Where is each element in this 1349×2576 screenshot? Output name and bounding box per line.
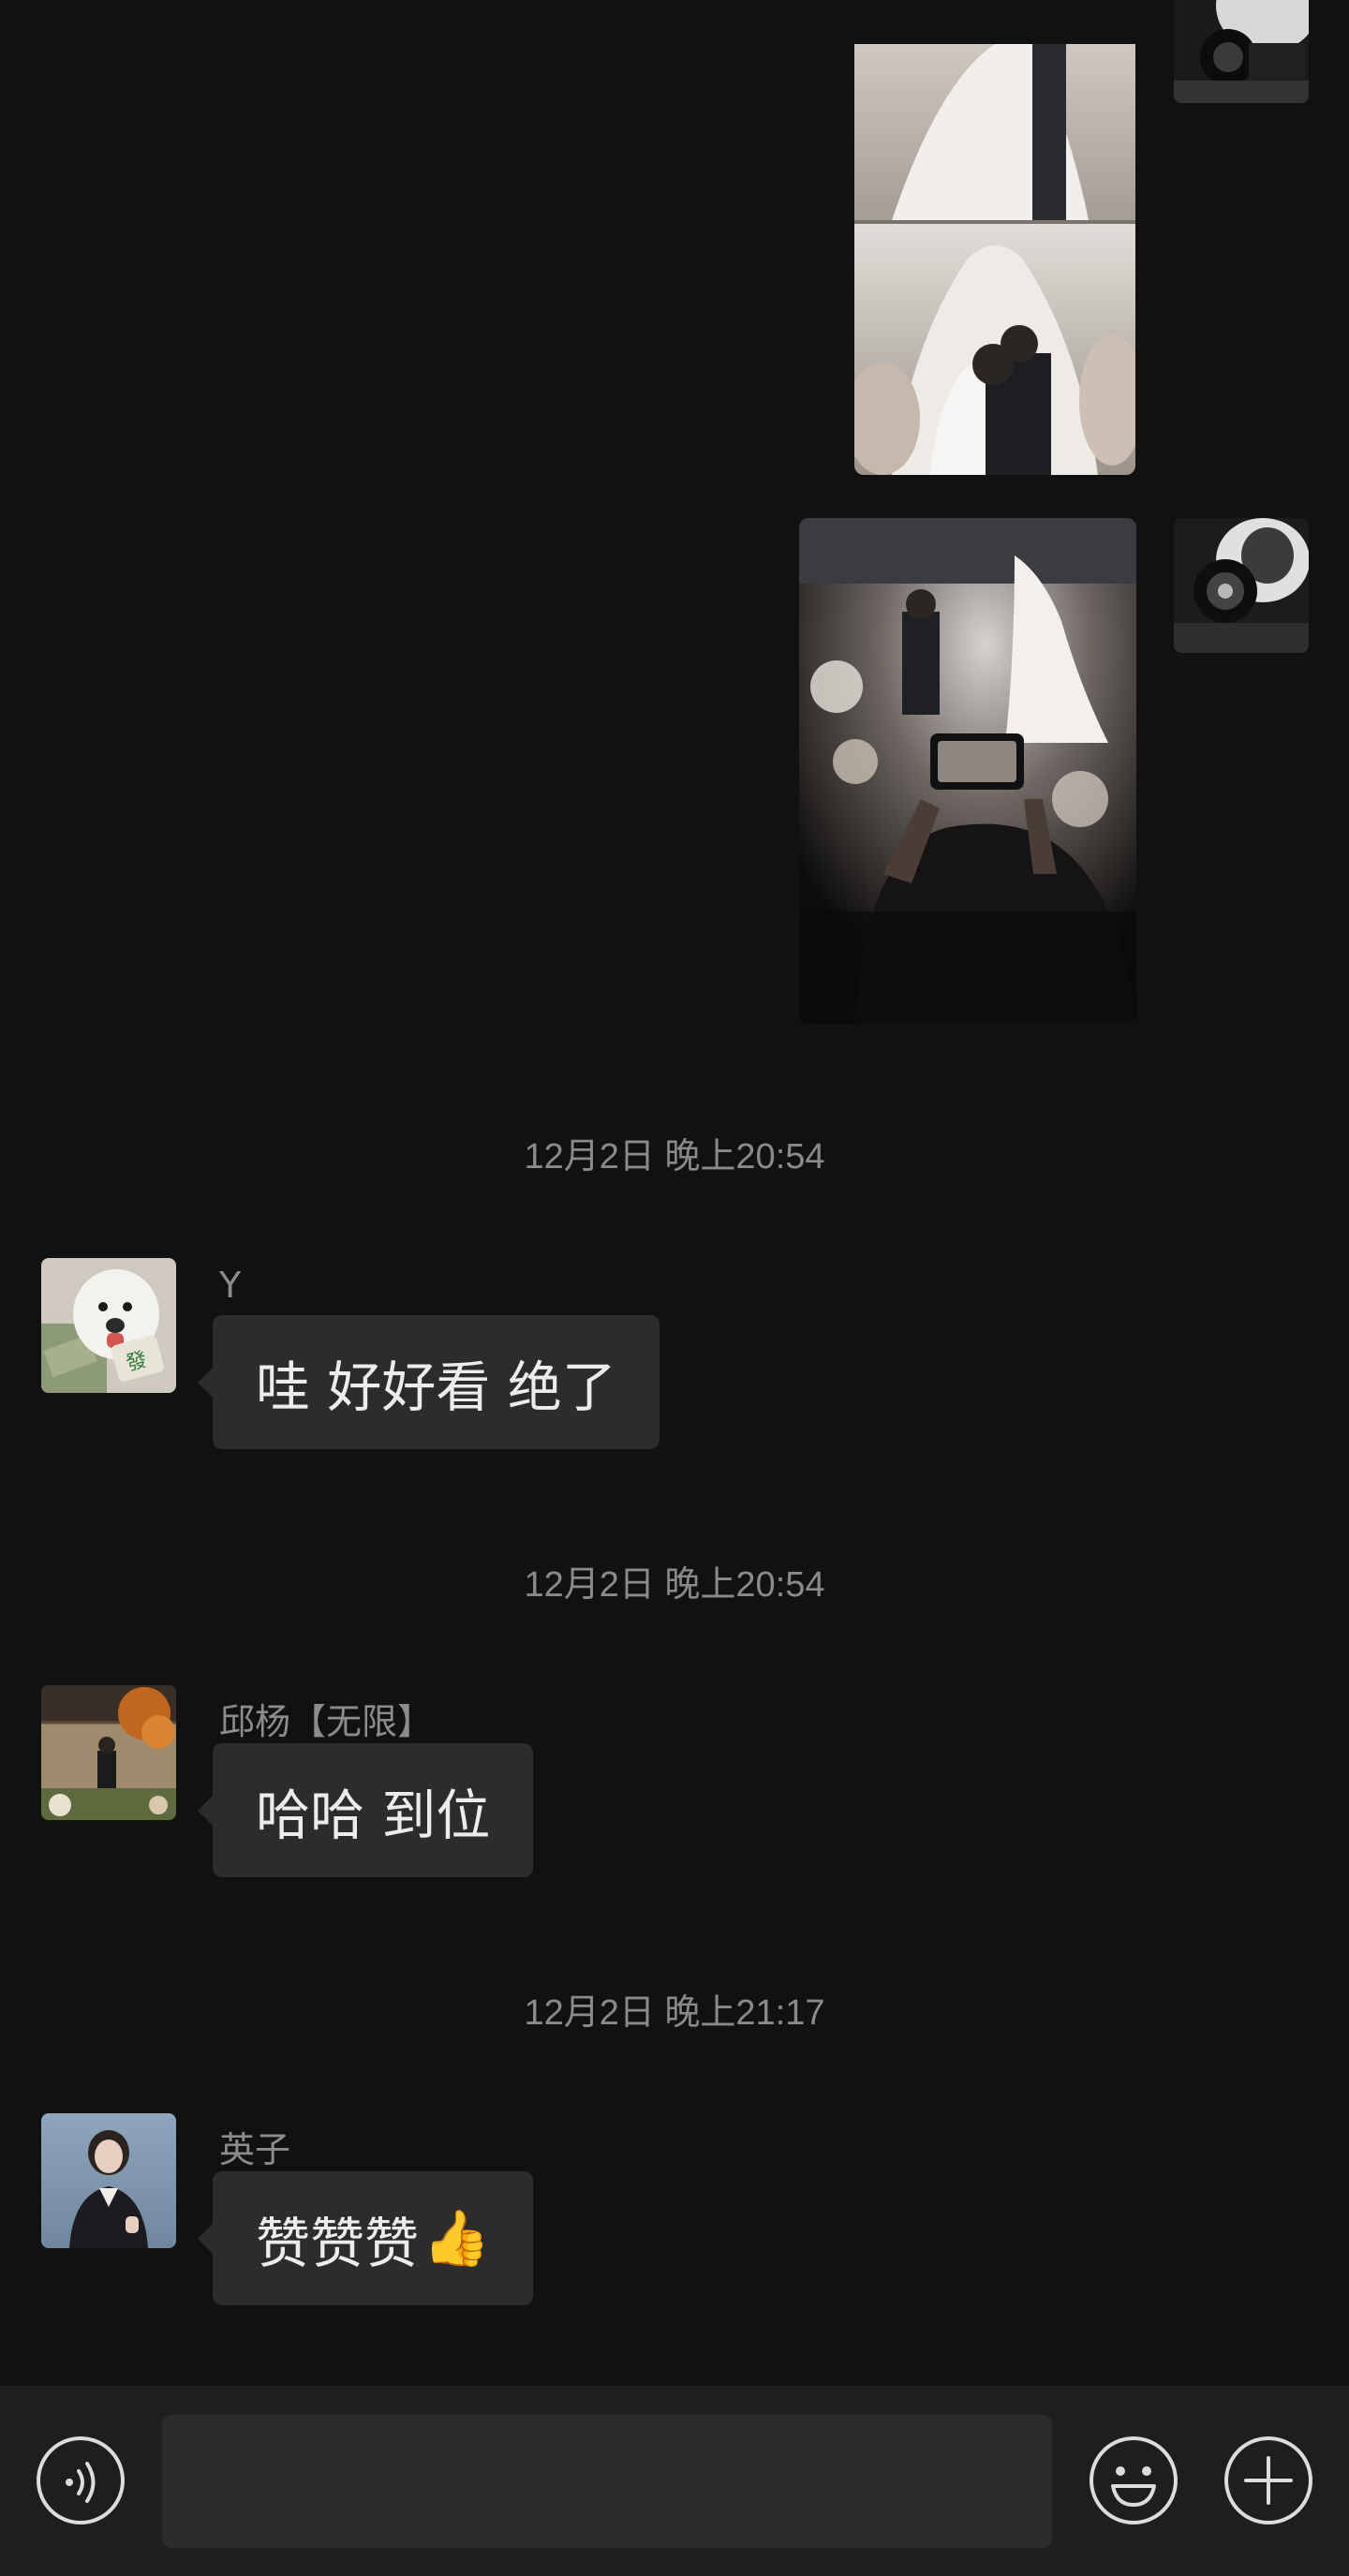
portrait-avatar — [41, 2113, 176, 2248]
sender-name: 邱杨【无限】 — [219, 1701, 434, 1742]
message-input[interactable] — [162, 2415, 1052, 2548]
voice-button[interactable] — [36, 2435, 126, 2525]
camera-avatar — [1174, 0, 1309, 103]
sender-name: Y — [219, 1265, 242, 1306]
add-button[interactable] — [1223, 2435, 1313, 2525]
outdoor-avatar — [41, 1685, 176, 1820]
outgoing-image-wedding-collage[interactable] — [854, 44, 1135, 475]
message-bubble[interactable]: 哈哈 到位 — [197, 1743, 534, 1877]
avatar-qiuyang[interactable] — [41, 1685, 176, 1820]
message-bubble[interactable]: 赞赞赞 👍 — [197, 2171, 534, 2305]
avatar-yingzi[interactable] — [41, 2113, 176, 2248]
sender-name: 英子 — [219, 2129, 291, 2170]
message-timestamp: 12月2日 晚上21:17 — [524, 1993, 825, 2033]
wedding-reception-photo — [799, 518, 1136, 1024]
message-text: 哇 好好看 绝了 — [256, 1355, 616, 1419]
thumbs-up-emoji: 👍 — [422, 2206, 491, 2270]
my-avatar[interactable] — [1174, 0, 1309, 103]
emoji-icon — [1090, 2436, 1178, 2524]
dog-avatar: 發 — [41, 1258, 176, 1393]
emoji-button[interactable] — [1089, 2435, 1179, 2525]
message-text: 哈哈 到位 — [256, 1783, 491, 1847]
my-avatar[interactable] — [1174, 518, 1309, 653]
voice-icon — [37, 2436, 125, 2524]
message-bubble[interactable]: 哇 好好看 绝了 — [198, 1315, 660, 1449]
chat-screen: 12月2日 晚上20:54 發 Y 哇 好好看 绝了 12月2日 晚上20:54 — [0, 0, 1349, 2576]
wedding-collage-photo — [854, 44, 1135, 475]
message-text: 赞赞赞 — [256, 2211, 420, 2275]
avatar-y[interactable]: 發 — [41, 1258, 176, 1393]
outgoing-image-wedding-reception[interactable] — [799, 518, 1136, 1024]
plus-icon — [1224, 2436, 1312, 2524]
message-timestamp: 12月2日 晚上20:54 — [524, 1137, 825, 1177]
camera-avatar — [1174, 518, 1309, 653]
message-timestamp: 12月2日 晚上20:54 — [524, 1565, 825, 1605]
